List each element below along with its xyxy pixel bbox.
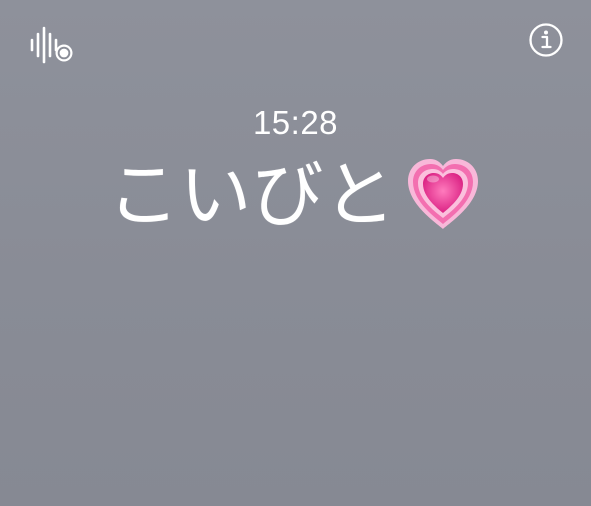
growing-heart-emoji-icon <box>402 152 484 234</box>
sound-recognition-icon[interactable] <box>28 24 76 66</box>
caller-title-row: こいびと <box>0 145 591 245</box>
caller-name: こいびと <box>107 153 396 237</box>
info-icon[interactable] <box>528 22 564 58</box>
call-time: 15:28 <box>252 104 339 141</box>
call-screen: 15:28 こいびと <box>0 0 591 506</box>
